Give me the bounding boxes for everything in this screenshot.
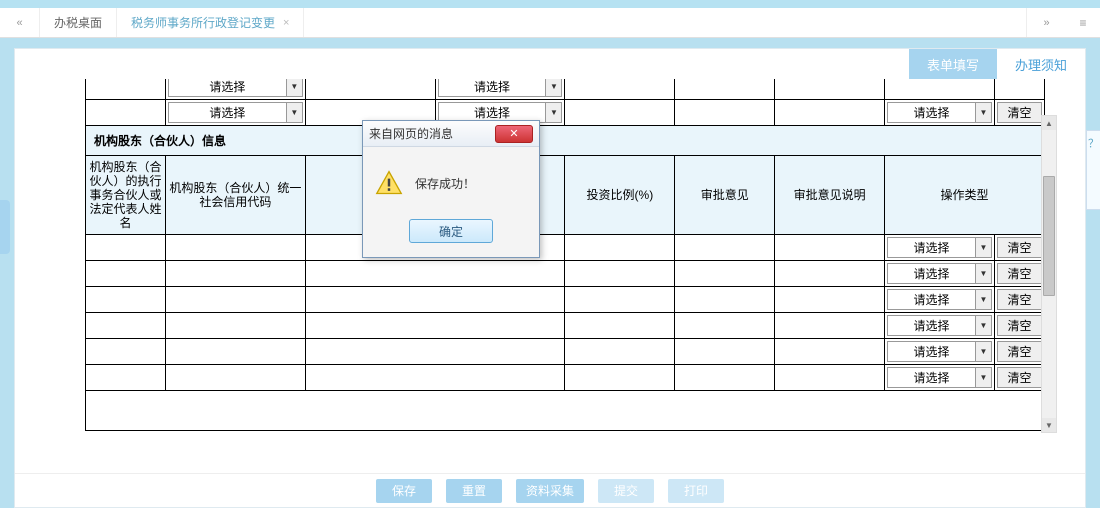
select-text[interactable]: 请选择 xyxy=(887,237,976,258)
left-drawer-handle[interactable] xyxy=(0,200,10,254)
data-table: 请选择 ▼ 请选择 ▼ xyxy=(85,79,1045,431)
select-text[interactable]: 请选择 xyxy=(168,79,287,97)
section-title: 机构股东（合伙人）信息 xyxy=(86,126,1045,156)
collect-button[interactable]: 资料采集 xyxy=(516,479,584,503)
submit-button[interactable]: 提交 xyxy=(598,479,654,503)
clear-button[interactable]: 清空 xyxy=(997,315,1042,336)
chevron-down-icon[interactable]: ▼ xyxy=(976,315,992,336)
subtab-form[interactable]: 表单填写 xyxy=(909,49,997,79)
scroll-thumb[interactable] xyxy=(1043,176,1055,296)
clear-button[interactable]: 清空 xyxy=(997,263,1042,284)
message-dialog: 来自网页的消息 ✕ 保存成功！ 确定 xyxy=(362,120,540,258)
select-text[interactable]: 请选择 xyxy=(438,79,547,97)
col-header: 操作类型 xyxy=(885,156,1045,235)
scroll-up-icon[interactable]: ▲ xyxy=(1042,116,1056,130)
col-header: 审批意见 xyxy=(675,156,775,235)
tab-active[interactable]: 税务师事务所行政登记变更 × xyxy=(117,8,304,37)
chevron-down-icon[interactable]: ▼ xyxy=(546,79,562,97)
scroll-down-icon[interactable]: ▼ xyxy=(1042,418,1056,432)
clear-button[interactable]: 清空 xyxy=(997,367,1042,388)
vertical-scrollbar[interactable]: ▲ ▼ xyxy=(1041,115,1057,433)
select-text[interactable]: 请选择 xyxy=(887,367,976,388)
clear-button[interactable]: 清空 xyxy=(997,102,1042,123)
select-text[interactable]: 请选择 xyxy=(887,289,976,310)
save-button[interactable]: 保存 xyxy=(376,479,432,503)
chevron-down-icon[interactable]: ▼ xyxy=(287,102,303,123)
workspace: 表单填写 办理须知 请选择 ▼ 请选择 xyxy=(14,48,1086,508)
select-text[interactable]: 请选择 xyxy=(887,315,976,336)
dialog-titlebar[interactable]: 来自网页的消息 ✕ xyxy=(363,121,539,147)
select-text[interactable]: 请选择 xyxy=(887,341,976,362)
warning-icon xyxy=(375,169,403,197)
clear-button[interactable]: 清空 xyxy=(997,341,1042,362)
col-header: 机构股东（合伙人）的执行事务合伙人或法定代表人姓名 xyxy=(86,156,166,235)
dialog-close-button[interactable]: ✕ xyxy=(495,125,533,143)
chevron-down-icon[interactable]: ▼ xyxy=(976,341,992,362)
clear-button[interactable]: 清空 xyxy=(997,237,1042,258)
select-text[interactable]: 请选择 xyxy=(168,102,287,123)
content-area: 请选择 ▼ 请选择 ▼ xyxy=(15,79,1085,473)
dialog-title: 来自网页的消息 xyxy=(369,125,453,142)
tabs-scroll-right[interactable]: » xyxy=(1026,8,1066,37)
chevron-down-icon[interactable]: ▼ xyxy=(976,263,992,284)
close-icon[interactable]: × xyxy=(283,17,289,29)
col-header: 机构股东（合伙人）统一社会信用代码 xyxy=(165,156,305,235)
col-header: 投资比例(%) xyxy=(565,156,675,235)
dialog-ok-button[interactable]: 确定 xyxy=(409,219,493,243)
subtab-notice[interactable]: 办理须知 xyxy=(997,49,1085,79)
print-button[interactable]: 打印 xyxy=(668,479,724,503)
menu-icon[interactable]: ≡ xyxy=(1066,8,1100,37)
select-text[interactable]: 请选择 xyxy=(887,102,976,123)
select-text[interactable]: 请选择 xyxy=(887,263,976,284)
subtabs: 表单填写 办理须知 xyxy=(15,49,1085,79)
chevron-down-icon[interactable]: ▼ xyxy=(287,79,303,97)
chevron-down-icon[interactable]: ▼ xyxy=(546,102,562,123)
right-drawer-handle[interactable]: ？ xyxy=(1086,130,1100,210)
clear-button[interactable]: 清空 xyxy=(997,289,1042,310)
chevron-down-icon[interactable]: ▼ xyxy=(976,237,992,258)
reset-button[interactable]: 重置 xyxy=(446,479,502,503)
tabs-scroll-left[interactable]: « xyxy=(0,8,40,37)
chevron-down-icon[interactable]: ▼ xyxy=(976,102,992,123)
col-header: 审批意见说明 xyxy=(775,156,885,235)
chevron-down-icon[interactable]: ▼ xyxy=(976,289,992,310)
tabs-row: « 办税桌面 税务师事务所行政登记变更 × » ≡ xyxy=(0,8,1100,38)
dialog-message: 保存成功！ xyxy=(415,175,475,192)
chevron-down-icon[interactable]: ▼ xyxy=(976,367,992,388)
tab-active-label: 税务师事务所行政登记变更 xyxy=(131,14,275,31)
footer-actions: 保存 重置 资料采集 提交 打印 xyxy=(15,473,1085,507)
tab-home[interactable]: 办税桌面 xyxy=(40,8,117,37)
